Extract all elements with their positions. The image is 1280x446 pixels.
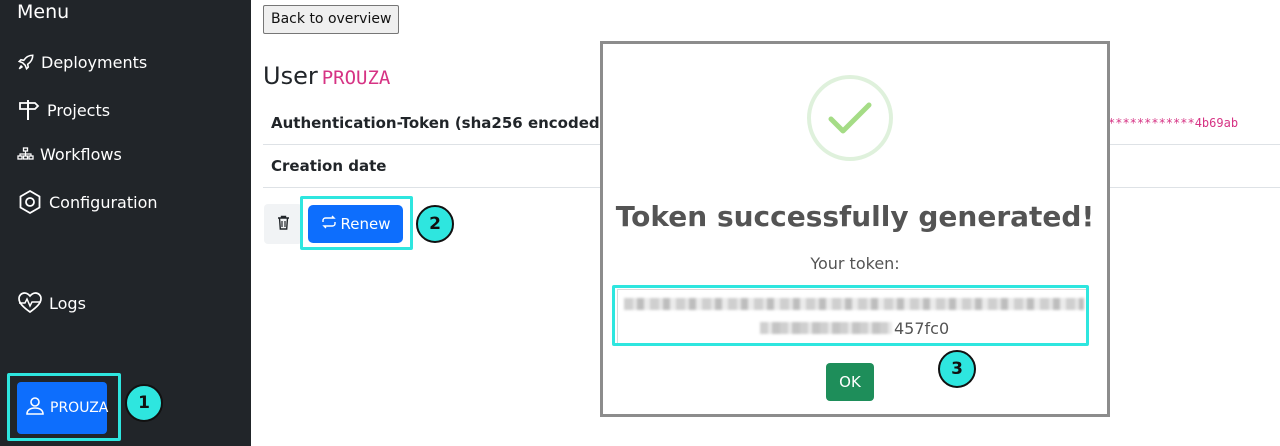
sidebar-item-label: Projects [47, 100, 111, 120]
callout-badge-1: 1 [125, 384, 163, 422]
sidebar-item-workflows[interactable]: Workflows [17, 142, 122, 166]
success-check-icon [807, 75, 893, 161]
token-generated-modal: Token successfully generated! Your token… [600, 41, 1110, 417]
rocket-icon [17, 53, 35, 71]
auth-token-value: ************4b69ab [1108, 116, 1239, 130]
username: PROUZA [321, 67, 391, 89]
sidebar-item-deployments[interactable]: Deployments [17, 50, 147, 74]
menu-title: Menu [17, 1, 70, 23]
sidebar-item-label: Workflows [40, 144, 122, 164]
auth-token-label: Authentication-Token (sha256 encoded) [271, 114, 607, 132]
signpost-icon [17, 98, 41, 122]
page-title-prefix: User [263, 62, 318, 90]
highlight-box-2 [300, 196, 413, 250]
back-to-overview-button[interactable]: Back to overview [263, 5, 400, 34]
trash-icon [277, 215, 290, 234]
sidebar-item-label: Deployments [41, 52, 148, 72]
sidebar-item-label: Logs [49, 293, 86, 313]
modal-title: Token successfully generated! [615, 200, 1095, 233]
callout-badge-3: 3 [938, 350, 976, 388]
sidebar-item-configuration[interactable]: Configuration [17, 189, 158, 215]
delete-token-button[interactable] [264, 204, 302, 244]
token-label: Your token: [810, 254, 900, 273]
heart-pulse-icon [17, 291, 43, 315]
highlight-box-1 [7, 373, 121, 441]
page-title: User PROUZA [263, 60, 390, 94]
sidebar-item-projects[interactable]: Projects [17, 98, 110, 122]
creation-date-label: Creation date [271, 157, 387, 175]
diagram-icon [17, 147, 34, 161]
hexagon-icon [17, 189, 43, 215]
sidebar-item-logs[interactable]: Logs [17, 291, 86, 315]
ok-button[interactable]: OK [826, 363, 874, 401]
highlight-box-3 [612, 285, 1089, 346]
sidebar-item-label: Configuration [49, 192, 158, 212]
callout-badge-2: 2 [416, 205, 454, 243]
